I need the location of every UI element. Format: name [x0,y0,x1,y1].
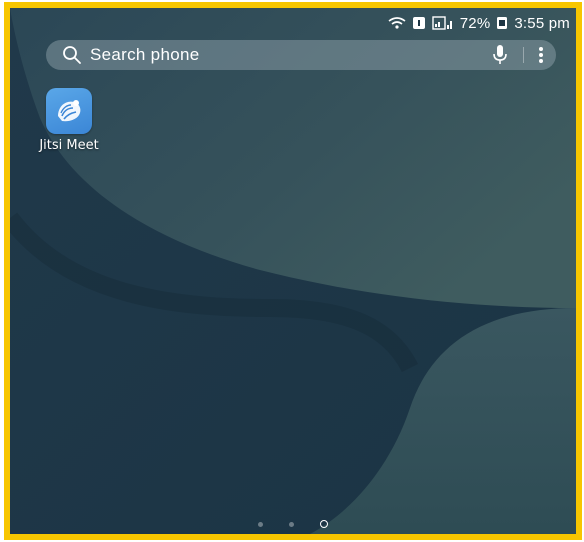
wallpaper [10,8,576,534]
app-jitsi-meet[interactable]: Jitsi Meet [34,88,104,153]
jitsi-logo-icon [58,100,81,122]
sim-badge-icon [412,17,425,29]
signal-icon [432,16,452,30]
wifi-icon [388,17,406,29]
status-bar: 72% 3:55 pm [388,12,570,34]
more-vertical-icon[interactable] [538,46,544,64]
page-indicator[interactable] [10,520,576,528]
clock: 3:55 pm [514,14,570,32]
jitsi-meet-app-icon[interactable] [46,88,92,134]
app-label: Jitsi Meet [39,138,99,153]
search-placeholder: Search phone [90,45,200,64]
home-page-indicator-icon[interactable] [320,520,328,528]
battery-icon [497,17,508,29]
page-dot[interactable] [258,521,263,527]
mic-icon[interactable] [491,44,509,66]
home-screen: 72% 3:55 pm Search phone Jitsi Meet [10,8,576,534]
battery-percent: 72% [459,14,491,32]
search-divider [523,47,524,63]
search-bar[interactable]: Search phone [46,40,556,70]
search-icon [63,46,81,64]
screenshot-frame: 72% 3:55 pm Search phone Jitsi Meet [4,2,582,540]
page-dot[interactable] [289,521,294,527]
